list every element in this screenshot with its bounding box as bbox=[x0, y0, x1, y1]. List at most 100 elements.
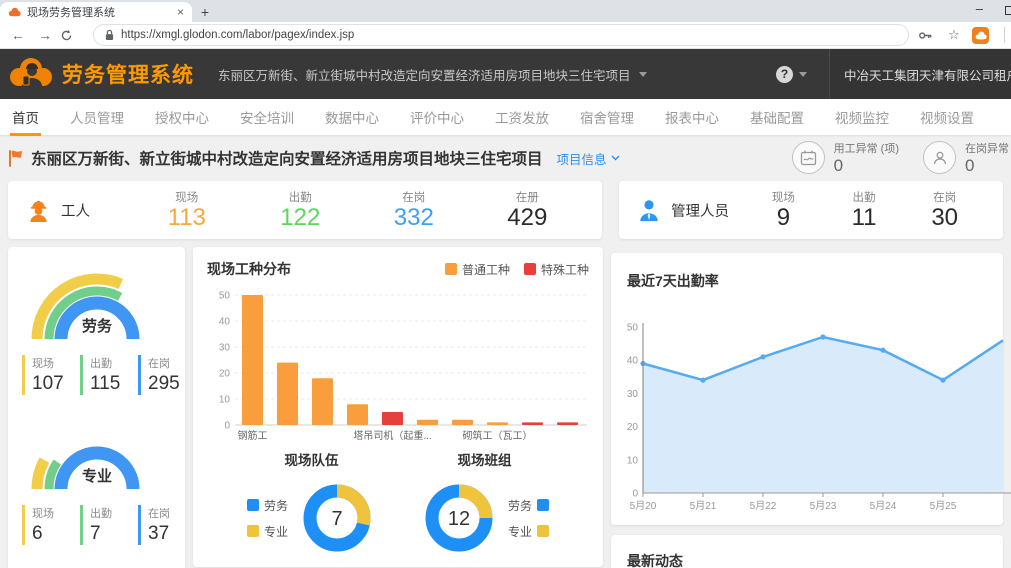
legend-normal-trade: 普通工种 bbox=[444, 261, 510, 278]
main-nav: 首页 人员管理 授权中心 安全培训 数据中心 评价中心 工资发放 宿舍管理 报表… bbox=[0, 99, 1011, 136]
badge-value: 0 bbox=[833, 156, 844, 176]
project-info-link[interactable]: 项目信息 bbox=[557, 149, 620, 168]
glodon-extension-icon[interactable] bbox=[972, 26, 989, 44]
app-title: 劳务管理系统 bbox=[62, 64, 194, 87]
svg-text:5月22: 5月22 bbox=[750, 500, 777, 512]
project-selector[interactable]: 东丽区万新街、新立街城中村改造定向安置经济适用房项目地块三住宅项目 bbox=[218, 65, 647, 84]
legend-swatch bbox=[246, 499, 259, 511]
flag-icon bbox=[9, 149, 22, 167]
svg-text:5月23: 5月23 bbox=[810, 500, 837, 512]
legend-swatch bbox=[444, 263, 457, 275]
trade-chart-legend: 普通工种 特殊工种 bbox=[444, 261, 589, 278]
manager-stats-card: 管理人员 现场 9 出勤 11 在岗 30 bbox=[619, 181, 1003, 239]
tab-close-icon[interactable]: × bbox=[177, 5, 184, 19]
worker-stats-card: 工人 现场 113 出勤 122 在岗 332 在册 429 bbox=[8, 181, 603, 239]
labor-anomaly-badge[interactable]: 用工异常 (项) 0 bbox=[791, 140, 899, 176]
svg-text:30: 30 bbox=[627, 389, 638, 400]
labor-metric-attendance: 出勤 115 bbox=[80, 355, 126, 395]
svg-text:5月20: 5月20 bbox=[630, 500, 657, 512]
header-right: ? 中冶天工集团天津有限公司租户管 bbox=[754, 49, 1011, 99]
svg-text:劳务: 劳务 bbox=[81, 317, 112, 335]
toolbar-divider bbox=[1004, 27, 1005, 43]
trade-chart-header: 现场工种分布 普通工种 特殊工种 bbox=[207, 259, 589, 279]
nav-item-home[interactable]: 首页 bbox=[10, 99, 41, 136]
back-icon[interactable]: ← bbox=[6, 27, 30, 43]
nav-item-payroll[interactable]: 工资发放 bbox=[493, 99, 551, 136]
new-tab-button[interactable]: + bbox=[192, 2, 218, 22]
worker-metric-attendance: 出勤 122 bbox=[280, 192, 321, 232]
help-menu[interactable]: ? bbox=[754, 65, 829, 83]
browser-window: 现场劳务管理系统 × + – ← → https://xmgl.glodon.c… bbox=[0, 0, 1011, 568]
anomaly-badges: 用工异常 (项) 0 在岗异常 0 bbox=[791, 140, 1009, 176]
pro-gauge: 专业 bbox=[8, 411, 185, 493]
legend-swatch bbox=[246, 525, 259, 537]
person-anomaly-icon bbox=[923, 141, 956, 175]
tab-title: 现场劳务管理系统 bbox=[27, 7, 115, 19]
trade-bar-chart: 0 10 20 30 40 50 钢筋工 塔吊司机（起重... 砌筑工（瓦工） bbox=[207, 287, 589, 445]
nav-item-authorization[interactable]: 授权中心 bbox=[153, 99, 211, 136]
nav-item-safety-training[interactable]: 安全培训 bbox=[238, 99, 296, 136]
labor-gauge: 劳务 bbox=[8, 261, 185, 343]
key-icon[interactable] bbox=[918, 28, 940, 43]
svg-text:5月25: 5月25 bbox=[930, 500, 957, 512]
trade-distribution-panel: 现场工种分布 普通工种 特殊工种 0 10 20 30 40 50 钢筋工 塔吊司机（起重..… bbox=[193, 247, 603, 567]
teams-donut-group: 现场队伍 劳务 专业 7 bbox=[246, 449, 376, 557]
svg-text:7: 7 bbox=[331, 508, 342, 530]
nav-item-reports[interactable]: 报表中心 bbox=[663, 99, 721, 136]
nav-item-basic-config[interactable]: 基础配置 bbox=[748, 99, 806, 136]
svg-text:50: 50 bbox=[627, 323, 638, 334]
nav-item-evaluation[interactable]: 评价中心 bbox=[408, 99, 466, 136]
nav-item-dormitory[interactable]: 宿舍管理 bbox=[578, 99, 636, 136]
legend-swatch bbox=[523, 263, 536, 275]
badge-label: 在岗异常 bbox=[965, 143, 1009, 156]
forward-icon[interactable]: → bbox=[33, 27, 57, 43]
project-selector-label: 东丽区万新街、新立街城中村改造定向安置经济适用房项目地块三住宅项目 bbox=[218, 68, 631, 83]
page-content: 东丽区万新街、新立街城中村改造定向安置经济适用房项目地块三住宅项目 项目信息 用… bbox=[0, 135, 1011, 568]
svg-text:10: 10 bbox=[627, 455, 638, 466]
maximize-button[interactable] bbox=[1005, 6, 1011, 15]
svg-text:5月21: 5月21 bbox=[690, 500, 717, 512]
nav-item-video-monitor[interactable]: 视频监控 bbox=[833, 99, 891, 136]
browser-tab[interactable]: 现场劳务管理系统 × bbox=[0, 2, 192, 22]
crews-donut-legend: 劳务 专业 bbox=[508, 497, 550, 540]
url-bar: ← → https://xmgl.glodon.com/labor/pagex/… bbox=[0, 22, 1011, 49]
svg-text:40: 40 bbox=[219, 317, 231, 328]
svg-text:钢筋工: 钢筋工 bbox=[238, 429, 268, 442]
crews-donut-title: 现场班组 bbox=[457, 453, 512, 468]
nav-item-personnel[interactable]: 人员管理 bbox=[68, 99, 126, 136]
lock-icon bbox=[105, 29, 114, 40]
pro-gauge-metrics: 现场 6 出勤 7 在岗 37 bbox=[8, 505, 185, 545]
address-field[interactable]: https://xmgl.glodon.com/labor/pagex/inde… bbox=[93, 24, 909, 46]
labor-gauge-metrics: 现场 107 出勤 115 在岗 295 bbox=[8, 355, 185, 395]
minimize-button[interactable]: – bbox=[976, 1, 983, 16]
donut-row: 现场队伍 劳务 专业 7 现场班组 12 劳务 专业 bbox=[207, 449, 589, 557]
svg-text:砌筑工（瓦工）: 砌筑工（瓦工） bbox=[463, 429, 533, 442]
labor-metric-onduty: 在岗 295 bbox=[138, 355, 184, 395]
svg-text:10: 10 bbox=[219, 395, 231, 406]
refresh-icon[interactable] bbox=[60, 29, 84, 42]
badge-label: 用工异常 (项) bbox=[833, 143, 899, 156]
nav-item-video-settings[interactable]: 视频设置 bbox=[918, 99, 976, 136]
nav-item-data-center[interactable]: 数据中心 bbox=[323, 99, 381, 136]
svg-text:专业: 专业 bbox=[81, 467, 111, 485]
right-column: 最近7天出勤率 0 10 20 30 40 50 5月20 5月21 5月22 5月23 5月24 5… bbox=[611, 253, 1011, 568]
manager-metric-attendance: 出勤 11 bbox=[851, 192, 877, 232]
worker-card-title: 工人 bbox=[61, 203, 90, 220]
legend-swatch bbox=[537, 499, 550, 511]
crews-donut-chart: 12 bbox=[420, 479, 498, 557]
latest-news-panel: 最新动态 bbox=[611, 535, 1003, 568]
pro-metric-onduty: 在岗 37 bbox=[138, 505, 184, 545]
logo-cloud-worker-icon bbox=[10, 58, 52, 86]
help-icon: ? bbox=[776, 65, 793, 83]
bookmark-star-icon[interactable]: ☆ bbox=[943, 27, 965, 43]
attendance-chart-title: 最近7天出勤率 bbox=[627, 273, 719, 289]
tenant-account[interactable]: 中冶天工集团天津有限公司租户管 bbox=[829, 49, 1011, 99]
onduty-anomaly-badge[interactable]: 在岗异常 0 bbox=[923, 140, 1009, 176]
chevron-down-icon bbox=[611, 155, 620, 161]
worker-metric-registered: 在册 429 bbox=[507, 192, 548, 232]
latest-news-title: 最新动态 bbox=[627, 553, 683, 568]
pro-metric-attendance: 出勤 7 bbox=[80, 505, 126, 545]
calendar-anomaly-icon bbox=[791, 141, 825, 175]
badge-value: 0 bbox=[965, 156, 975, 176]
svg-text:50: 50 bbox=[219, 291, 231, 302]
